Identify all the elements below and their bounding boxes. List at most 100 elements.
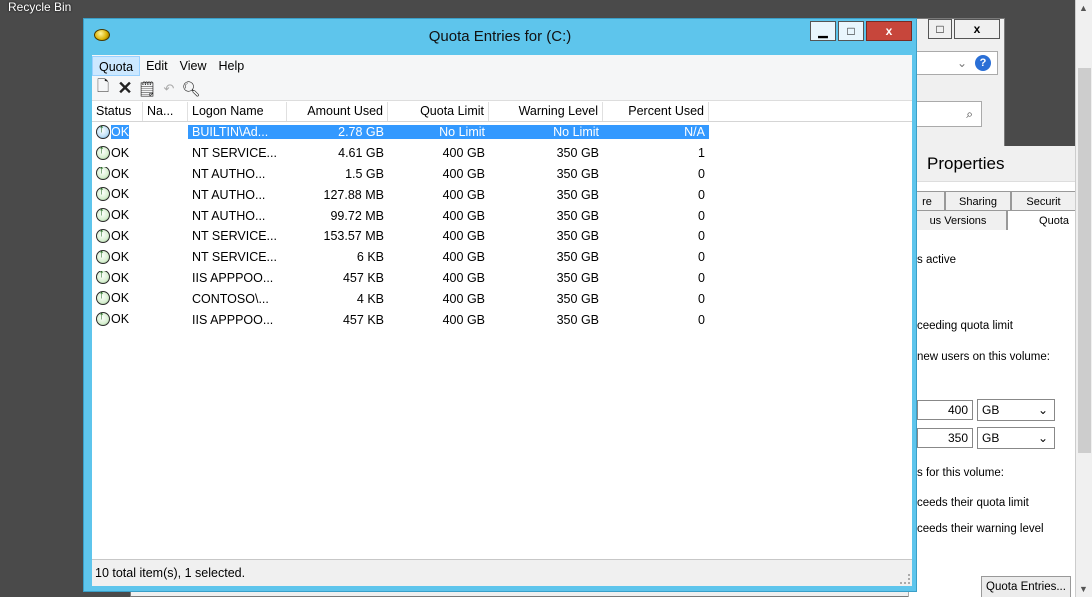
- cell-limit: 400 GB: [442, 208, 485, 223]
- tab-quota[interactable]: Quota: [1007, 210, 1076, 230]
- table-row[interactable]: OK NT AUTHO... 1.5 GB 400 GB 350 GB 0: [92, 164, 912, 185]
- status-text: OK: [111, 125, 130, 140]
- limit-unit-select[interactable]: GB ⌄: [977, 399, 1055, 421]
- scroll-down-icon[interactable]: ▼: [1079, 584, 1088, 594]
- toolbar: 🗋 ✕ 🗒 ↶ 🔍︎: [92, 77, 912, 101]
- status-text: 10 total item(s), 1 selected.: [95, 566, 246, 580]
- maximize-button[interactable]: □: [838, 21, 864, 41]
- new-icon[interactable]: 🗋: [95, 78, 111, 98]
- column-status[interactable]: Status: [92, 102, 143, 121]
- chevron-down-icon[interactable]: ⌄: [957, 56, 967, 70]
- column-quota-limit[interactable]: Quota Limit: [388, 102, 489, 121]
- cell-logon: NT AUTHO...: [192, 187, 266, 202]
- cell-amount: 127.88 MB: [323, 187, 384, 202]
- cell-warning: 350 GB: [556, 312, 599, 327]
- quota-entries-window: Quota Entries for (C:) ▁ □ x Quota Edit …: [83, 18, 917, 592]
- table-row[interactable]: OK NT AUTHO... 99.72 MB 400 GB 350 GB 0: [92, 205, 912, 226]
- cell-status: OK: [92, 145, 143, 161]
- status-text: OK: [111, 270, 130, 285]
- menu-view[interactable]: View: [174, 56, 213, 76]
- table-row[interactable]: OK IIS APPPOO... 457 KB 400 GB 350 GB 0: [92, 309, 912, 330]
- tab-previous-versions[interactable]: us Versions: [909, 210, 1007, 230]
- cell-amount: 2.78 GB: [287, 125, 388, 140]
- properties-tabs-row2: us Versions Quota: [909, 210, 1076, 232]
- column-name[interactable]: Na...: [143, 102, 188, 121]
- chevron-down-icon: ⌄: [1037, 431, 1048, 445]
- close-button[interactable]: x: [866, 21, 912, 41]
- quota-entries-button[interactable]: Quota Entries...: [981, 576, 1071, 597]
- warning-unit-select[interactable]: GB ⌄: [977, 427, 1055, 449]
- undo-icon[interactable]: ↶: [161, 80, 177, 98]
- cell-status: OK: [92, 125, 143, 140]
- warning-unit-value: GB: [982, 431, 1000, 445]
- properties-icon[interactable]: 🗒: [137, 80, 156, 98]
- window-client-area: Quota Edit View Help 🗋 ✕ 🗒 ↶ 🔍︎ Status N…: [92, 55, 912, 586]
- cell-limit: 400 GB: [442, 187, 485, 202]
- background-close-button[interactable]: x: [954, 19, 1000, 39]
- table-row[interactable]: OK IIS APPPOO... 457 KB 400 GB 350 GB 0: [92, 268, 912, 289]
- search-icon[interactable]: ⌕: [966, 107, 973, 122]
- column-logon-name[interactable]: Logon Name: [188, 102, 287, 121]
- table-row[interactable]: OK NT SERVICE... 6 KB 400 GB 350 GB 0: [92, 247, 912, 268]
- cell-percent: 0: [698, 312, 705, 327]
- warning-level-input[interactable]: 350: [917, 428, 973, 448]
- status-text: OK: [111, 145, 130, 160]
- cell-limit: 400 GB: [442, 166, 485, 181]
- table-row[interactable]: OKBUILTIN\Ad...2.78 GBNo LimitNo LimitN/…: [92, 122, 912, 143]
- cell-limit: 400 GB: [442, 250, 485, 265]
- tab-sharing[interactable]: Sharing: [945, 191, 1011, 211]
- cell-percent: N/A: [603, 125, 709, 140]
- list-rows: OKBUILTIN\Ad...2.78 GBNo LimitNo LimitN/…: [92, 122, 912, 330]
- cell-logon: NT SERVICE...: [192, 250, 277, 265]
- quota-entries-list[interactable]: Status Na... Logon Name Amount Used Quot…: [92, 102, 912, 558]
- cell-warning: 350 GB: [556, 270, 599, 285]
- cell-amount: 6 KB: [356, 250, 384, 265]
- limit-disk-space-input[interactable]: 400: [917, 400, 973, 420]
- menu-help[interactable]: Help: [212, 56, 250, 76]
- limit-unit-value: GB: [982, 403, 1000, 417]
- background-address-bar[interactable]: ⌄ ?: [913, 51, 998, 75]
- scrollbar-thumb[interactable]: [1078, 68, 1091, 453]
- status-ok-icon: [96, 229, 110, 243]
- tab-security[interactable]: Securit: [1011, 191, 1076, 211]
- status-text: OK: [111, 229, 130, 244]
- vertical-scrollbar[interactable]: ▲ ▼: [1075, 0, 1092, 597]
- cell-amount: 457 KB: [342, 270, 384, 285]
- help-icon[interactable]: ?: [975, 55, 991, 71]
- table-row[interactable]: OK NT SERVICE... 4.61 GB 400 GB 350 GB 1: [92, 143, 912, 164]
- table-row[interactable]: OK NT SERVICE... 153.57 MB 400 GB 350 GB 0: [92, 226, 912, 247]
- status-ok-icon: [96, 166, 110, 181]
- status-text: OK: [111, 208, 130, 223]
- cell-amount: 4 KB: [356, 291, 384, 306]
- cell-percent: 0: [698, 166, 705, 181]
- cell-warning: 350 GB: [556, 291, 599, 306]
- table-row[interactable]: OK NT AUTHO... 127.88 MB 400 GB 350 GB 0: [92, 184, 912, 205]
- properties-dialog: Properties re Sharing Securit us Version…: [908, 146, 1076, 597]
- resize-grip-icon[interactable]: [900, 574, 910, 584]
- delete-icon[interactable]: ✕: [117, 78, 133, 98]
- status-bar: 10 total item(s), 1 selected.: [92, 559, 912, 586]
- column-warning-level[interactable]: Warning Level: [489, 102, 603, 121]
- status-ok-icon: [96, 208, 110, 222]
- properties-tabs-row1: re Sharing Securit: [909, 191, 1076, 211]
- title-bar[interactable]: Quota Entries for (C:) ▁ □ x: [84, 19, 916, 54]
- background-maximize-button[interactable]: □: [928, 19, 952, 39]
- column-percent-used[interactable]: Percent Used: [603, 102, 709, 121]
- recycle-bin-label[interactable]: Recycle Bin: [8, 0, 71, 14]
- deny-exceeding-text: ceeding quota limit: [917, 320, 1013, 332]
- log-exceeds-quota-text[interactable]: ceeds their quota limit: [917, 497, 1029, 509]
- status-text: OK: [111, 291, 130, 306]
- table-row[interactable]: OK CONTOSO\... 4 KB 400 GB 350 GB 0: [92, 288, 912, 309]
- menu-edit[interactable]: Edit: [140, 56, 174, 76]
- menu-quota[interactable]: Quota: [92, 56, 141, 76]
- find-icon[interactable]: 🔍︎: [181, 80, 200, 98]
- scroll-up-icon[interactable]: ▲: [1079, 3, 1088, 13]
- cell-logon: IIS APPPOO...: [192, 312, 274, 327]
- status-ok-icon: [96, 249, 110, 264]
- column-amount-used[interactable]: Amount Used: [287, 102, 388, 121]
- cell-percent: 0: [698, 208, 705, 223]
- background-search-box[interactable]: ⌕: [912, 101, 982, 127]
- minimize-button[interactable]: ▁: [810, 21, 836, 41]
- log-exceeds-warning-text[interactable]: ceeds their warning level: [917, 523, 1044, 535]
- cell-status: OK: [92, 249, 143, 265]
